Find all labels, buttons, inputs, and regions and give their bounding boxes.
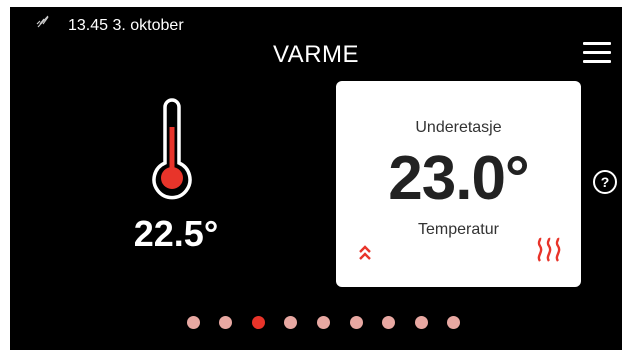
double-chevron-up-icon[interactable] [358,244,372,262]
no-connection-icon [36,15,49,28]
page-dot[interactable] [382,316,396,329]
page-dot[interactable] [219,316,233,329]
page-dot-active[interactable] [251,316,265,329]
page-dot[interactable] [414,316,428,329]
date-time: 13.45 3. oktober [68,17,184,34]
current-temperature: 22.5° [133,213,219,254]
help-icon[interactable]: ? [593,170,617,194]
zone-card[interactable]: Underetasje 23.0° Temperatur [336,81,581,287]
page-dot[interactable] [349,316,363,329]
heating-screen: 13.45 3. oktober VARME 22.5° Underetasje… [10,7,622,350]
page-dot[interactable] [316,316,330,329]
page-title: VARME [272,41,360,68]
heating-icon[interactable] [535,237,565,263]
page-dot[interactable] [284,316,298,329]
page-dot[interactable] [447,316,461,329]
page-indicator [10,316,622,330]
zone-name: Underetasje [415,119,502,136]
thermometer-icon [152,98,192,200]
page-dot[interactable] [186,316,200,329]
hamburger-menu-icon[interactable] [583,40,611,64]
setpoint-value: 23.0° [388,144,529,213]
